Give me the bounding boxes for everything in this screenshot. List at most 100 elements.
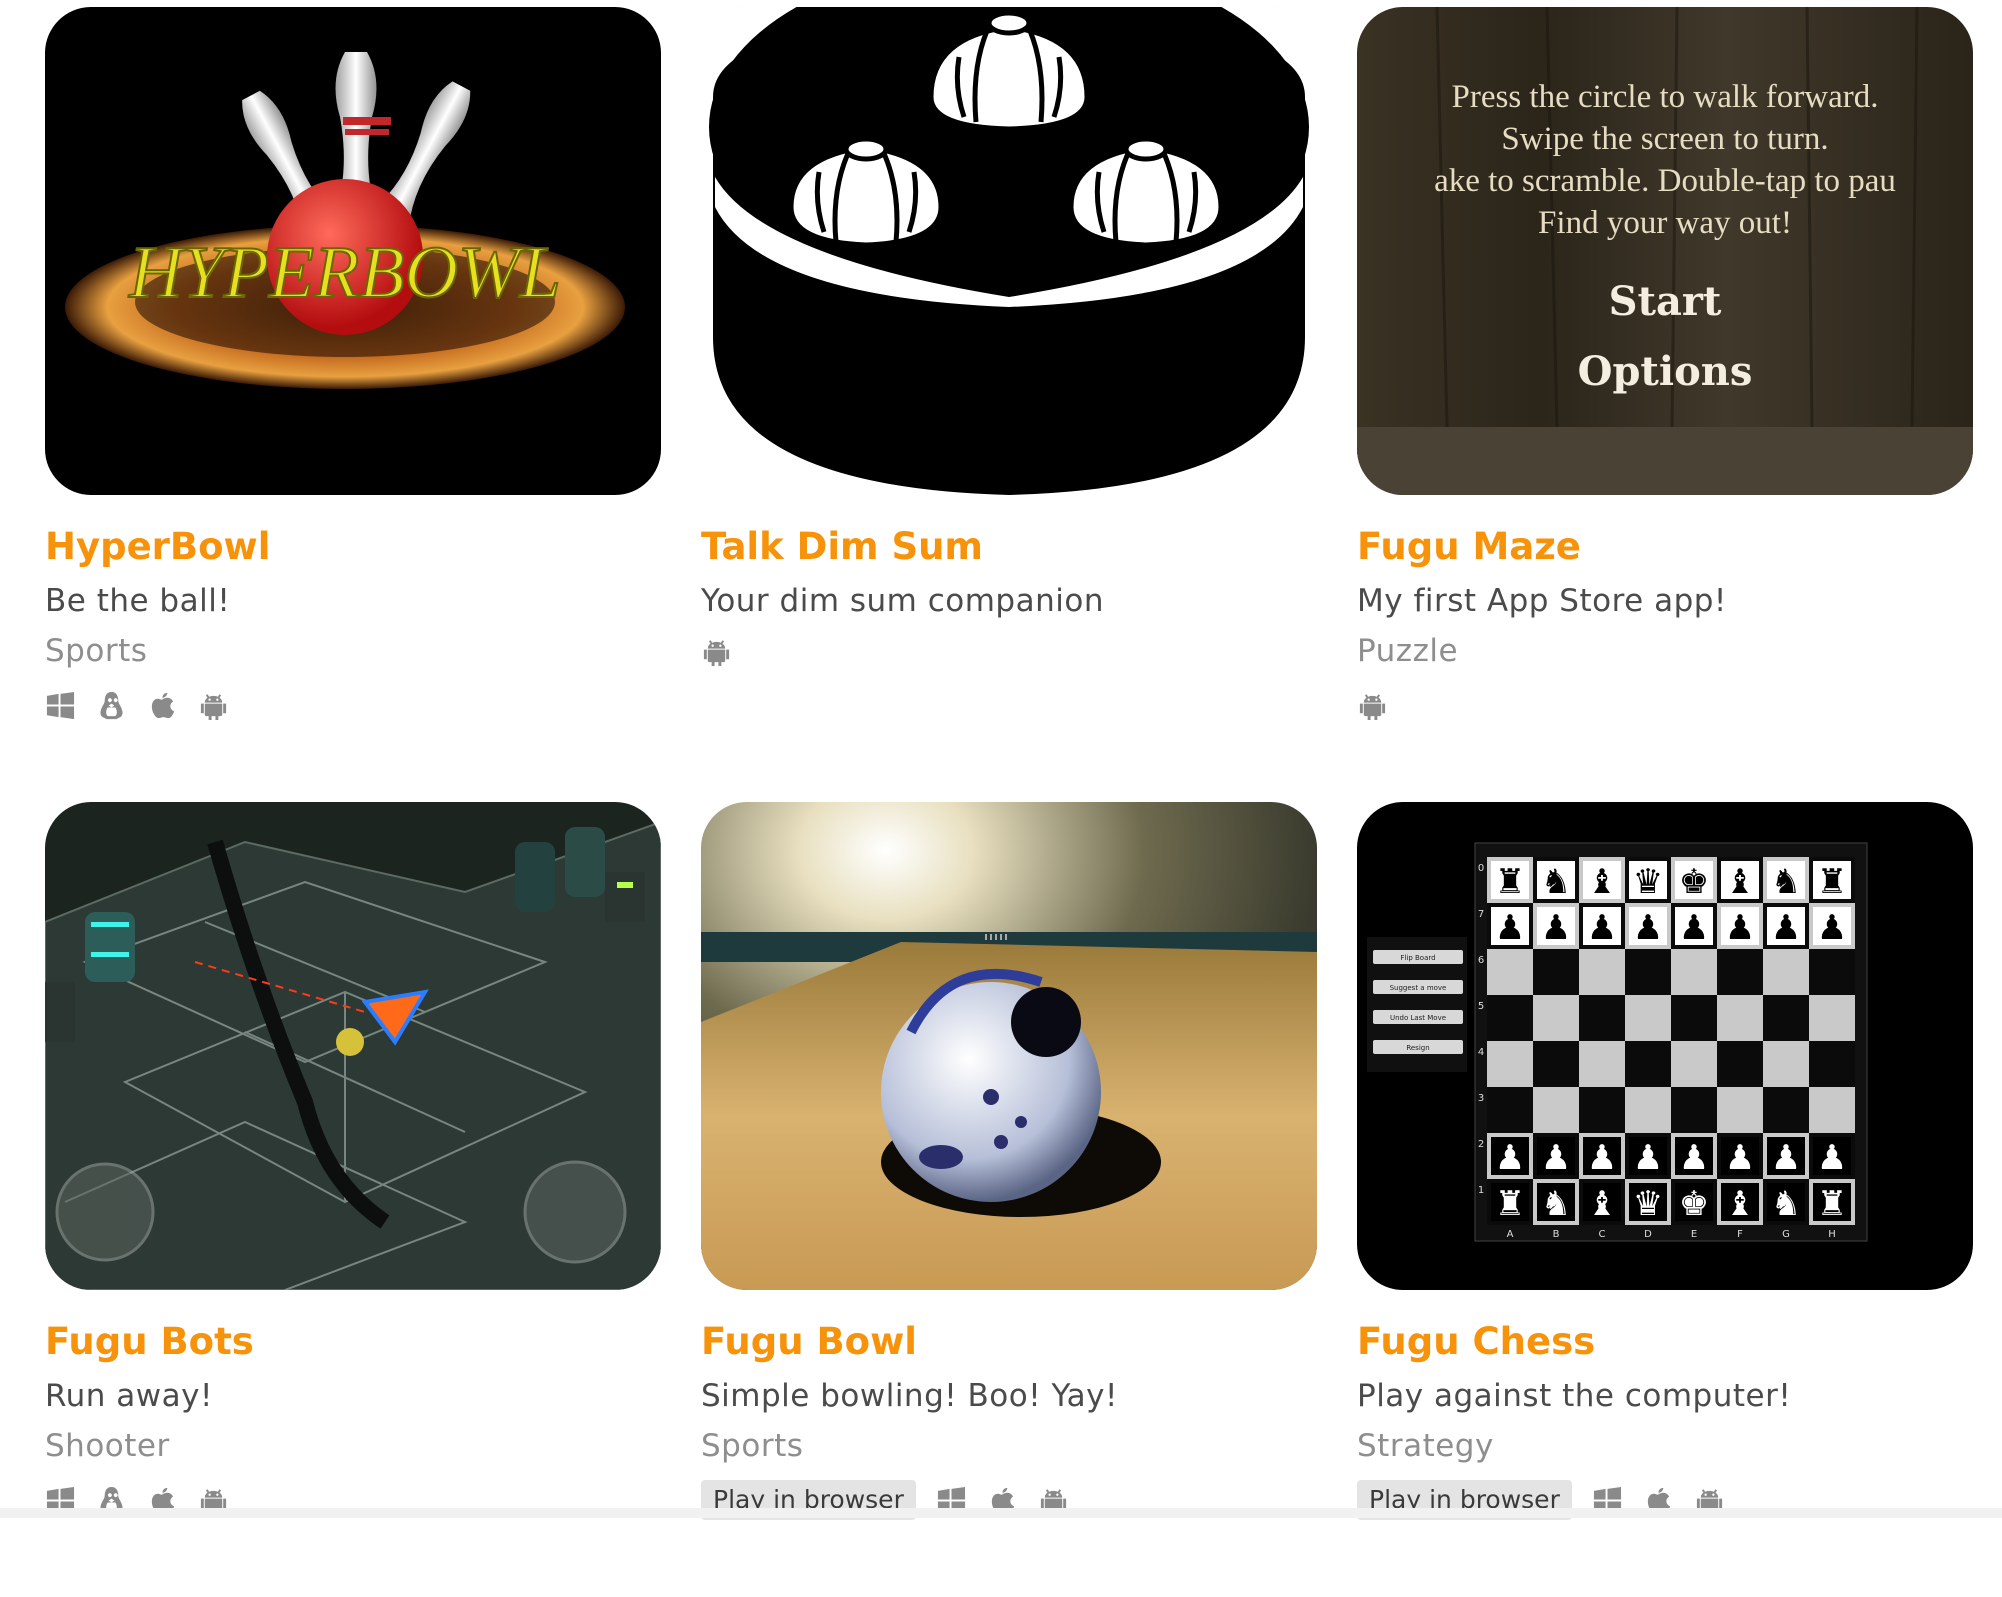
game-thumbnail[interactable] (701, 7, 1317, 495)
chess-square (1717, 1041, 1763, 1087)
chess-square (1533, 949, 1579, 995)
chess-file-label: A (1507, 1229, 1514, 1240)
chess-piece: ♟ (1725, 908, 1755, 948)
apple-icon (147, 690, 178, 721)
maze-menu-start: Start (1609, 278, 1722, 325)
chess-square (1625, 1087, 1671, 1133)
platform-list (701, 631, 1317, 671)
chess-piece: ♞ (1541, 1184, 1571, 1224)
chess-piece: ♟ (1771, 1138, 1801, 1178)
chess-side-button-label: Resign (1406, 1044, 1429, 1052)
chess-square (1579, 995, 1625, 1041)
hyperbowl-logo-text: HYPERBOWL (128, 232, 561, 314)
chess-file-label: C (1599, 1229, 1606, 1240)
game-thumbnail[interactable]: HYPERBOWL (45, 7, 661, 495)
chess-square (1625, 949, 1671, 995)
chess-piece: ♞ (1541, 862, 1571, 902)
windows-icon (45, 690, 76, 721)
android-icon (198, 690, 229, 721)
game-tagline: Be the ball! (45, 583, 231, 619)
linux-icon (96, 690, 127, 721)
game-genre: Sports (45, 633, 148, 669)
game-tagline: Your dim sum companion (701, 583, 1104, 619)
game-genre: Shooter (45, 1428, 170, 1464)
chess-piece: ♝ (1587, 862, 1617, 902)
chess-square (1809, 995, 1855, 1041)
chess-side-button-label: Suggest a move (1390, 984, 1447, 992)
game-title[interactable]: Fugu Maze (1357, 525, 1973, 569)
hyperbowl-artwork: HYPERBOWL (45, 7, 661, 495)
chess-piece: ♝ (1587, 1184, 1617, 1224)
game-tagline: My first App Store app! (1357, 583, 1727, 619)
chess-piece: ♚ (1679, 1184, 1709, 1224)
game-title[interactable]: HyperBowl (45, 525, 661, 569)
game-genre: Sports (701, 1428, 804, 1464)
game-tagline: Simple bowling! Boo! Yay! (701, 1378, 1118, 1414)
chess-square (1533, 1041, 1579, 1087)
chess-piece: ♝ (1725, 1184, 1755, 1224)
game-title[interactable]: Talk Dim Sum (701, 525, 1317, 569)
chess-piece: ♜ (1817, 862, 1847, 902)
chess-square (1579, 949, 1625, 995)
chess-piece: ♚ (1679, 862, 1709, 902)
chess-square (1717, 1087, 1763, 1133)
chess-square (1625, 1041, 1671, 1087)
chess-square (1671, 995, 1717, 1041)
game-tagline: Run away! (45, 1378, 213, 1414)
game-title[interactable]: Fugu Chess (1357, 1320, 1973, 1364)
chess-piece: ♞ (1771, 1184, 1801, 1224)
fugu-bowl-artwork (701, 802, 1317, 1290)
chess-piece: ♜ (1495, 862, 1525, 902)
game-title[interactable]: Fugu Bowl (701, 1320, 1317, 1364)
dim-sum-artwork (701, 7, 1317, 495)
chess-square (1579, 1041, 1625, 1087)
game-card: Talk Dim Sum Your dim sum companion (701, 7, 1317, 802)
chess-piece: ♟ (1817, 1138, 1847, 1178)
chess-rank-label: 5 (1478, 1001, 1484, 1012)
game-thumbnail[interactable] (45, 802, 661, 1290)
chess-square (1487, 949, 1533, 995)
game-card: Flip Board Suggest a move Undo Last Move Re… (1357, 802, 1973, 1597)
chess-square (1671, 949, 1717, 995)
chess-piece: ♟ (1541, 1138, 1571, 1178)
game-title[interactable]: Fugu Bots (45, 1320, 661, 1364)
chess-piece: ♝ (1725, 862, 1755, 902)
maze-instruction-line: Press the circle to walk forward. (1451, 79, 1878, 115)
chess-file-label: G (1782, 1229, 1790, 1240)
chess-square (1579, 1087, 1625, 1133)
chess-piece: ♟ (1771, 908, 1801, 948)
fugu-bots-artwork (45, 802, 661, 1290)
chess-piece: ♞ (1771, 862, 1801, 902)
chess-square (1763, 1087, 1809, 1133)
chess-rank-label: 0 (1478, 863, 1484, 874)
game-thumbnail[interactable] (701, 802, 1317, 1290)
maze-instruction-line: Swipe the screen to turn. (1501, 121, 1828, 157)
platform-list (1357, 685, 1973, 725)
game-thumbnail[interactable]: Press the circle to walk forward. Swipe … (1357, 7, 1973, 495)
chess-rank-label: 6 (1478, 955, 1484, 966)
chess-square (1487, 995, 1533, 1041)
chess-piece: ♟ (1633, 908, 1663, 948)
chess-piece: ♟ (1633, 1138, 1663, 1178)
chess-file-label: E (1691, 1229, 1697, 1240)
chess-piece: ♟ (1541, 908, 1571, 948)
chess-square (1625, 995, 1671, 1041)
maze-menu-options: Options (1578, 348, 1753, 395)
chess-file-label: B (1553, 1229, 1560, 1240)
chess-square (1763, 995, 1809, 1041)
chess-file-label: H (1828, 1229, 1836, 1240)
chess-square (1717, 995, 1763, 1041)
game-grid: HYPERBOWL HyperBowl Be the ball! Sports (45, 7, 1975, 1597)
chess-side-button-label: Undo Last Move (1390, 1014, 1446, 1022)
chess-piece: ♟ (1679, 908, 1709, 948)
game-thumbnail[interactable]: Flip Board Suggest a move Undo Last Move Re… (1357, 802, 1973, 1290)
game-card: HYPERBOWL HyperBowl Be the ball! Sports (45, 7, 661, 802)
chess-square (1763, 1041, 1809, 1087)
game-genre: Puzzle (1357, 633, 1459, 669)
chess-piece: ♛ (1633, 862, 1663, 902)
game-card: Fugu Bowl Simple bowling! Boo! Yay! Spor… (701, 802, 1317, 1597)
android-icon (1357, 690, 1388, 721)
chess-rank-label: 7 (1478, 909, 1484, 920)
chess-square (1763, 949, 1809, 995)
chess-file-label: D (1644, 1229, 1652, 1240)
